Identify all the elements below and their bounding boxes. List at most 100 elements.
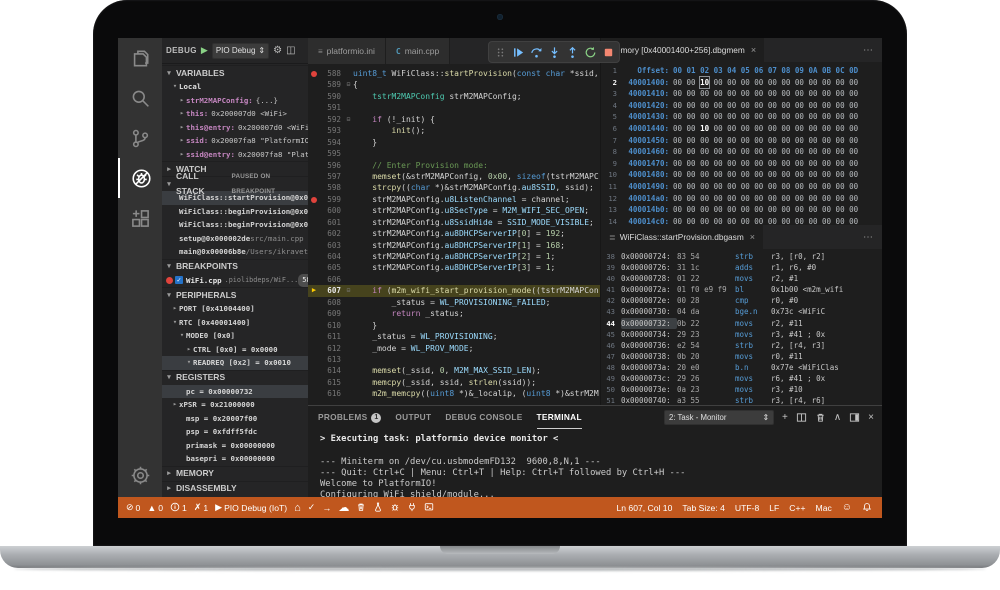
panel-tab-problems[interactable]: PROBLEMS1 — [318, 406, 381, 429]
asm-row[interactable]: 510x00000740:a3 55strbr3, [r4, r6] — [601, 395, 882, 405]
code-line[interactable]: 612 _mode = WL_PROV_MODE; — [308, 343, 600, 354]
status-terminal[interactable] — [424, 502, 434, 514]
hex-row[interactable]: 1Offset:00 01 02 03 04 05 06 07 08 09 0A… — [601, 65, 882, 77]
status-ln-607-col-10[interactable]: Ln 607, Col 10 — [616, 503, 672, 513]
section-header-call-stack[interactable]: ▾CALL STACKPAUSED ON BREAKPOINT — [162, 176, 308, 191]
code-line[interactable]: 589⊟{ — [308, 79, 600, 90]
panel-tab-output[interactable]: OUTPUT — [395, 406, 431, 429]
terminal-selector[interactable]: 2: Task - Monitor ⇕ — [664, 410, 774, 425]
peripheral-row[interactable]: ▸PORT [0x41004400] — [162, 302, 308, 316]
status-smiley[interactable]: ☺ — [842, 502, 852, 513]
status-bug[interactable] — [390, 502, 400, 514]
code-line[interactable]: 606 — [308, 274, 600, 285]
code-line[interactable]: 593 init(); — [308, 125, 600, 136]
variable-row[interactable]: ▸ssid:0x20007fa8 "PlatformIO-31..." — [162, 134, 308, 148]
code-line[interactable]: 591 — [308, 102, 600, 113]
step-into-icon[interactable] — [545, 42, 563, 62]
stack-frame[interactable]: main@0x00006b8e /Users/ikravets... — [162, 245, 308, 259]
code-line[interactable]: 596 // Enter Provision mode: — [308, 160, 600, 171]
code-line[interactable]: 600 strM2MAPConfig.u8SecType = M2M_WIFI_… — [308, 205, 600, 216]
code-line[interactable]: 615 memcpy(_ssid, ssid, strlen(ssid)); — [308, 377, 600, 388]
panel-tab-debug-console[interactable]: DEBUG CONSOLE — [445, 406, 522, 429]
code-line[interactable]: 597 memset(&strM2MAPConfig, 0x00, sizeof… — [308, 171, 600, 182]
status-utf-8[interactable]: UTF-8 — [735, 503, 759, 513]
code-line[interactable]: 599 strM2MAPConfig.u8ListenChannel = cha… — [308, 194, 600, 205]
status-c-[interactable]: C++ — [789, 503, 805, 513]
variable-row[interactable]: ▸ssid@entry:0x20007fa8 "Platfo..." — [162, 148, 308, 162]
status-play[interactable]: ▶PIO Debug (IoT) — [215, 502, 287, 513]
asm-row[interactable]: 430x00000730:04 dabge.n0x73c <WiFiC — [601, 306, 882, 317]
peripheral-row[interactable]: ▾RTC [0x40001400] — [162, 316, 308, 330]
activity-search-icon[interactable] — [118, 78, 162, 118]
code-line[interactable]: 601 strM2MAPConfig.u8SsidHide = SSID_MOD… — [308, 217, 600, 228]
hex-row[interactable]: 340001410:00 00 00 00 00 00 00 00 00 00 … — [601, 88, 882, 100]
status-lf[interactable]: LF — [769, 503, 779, 513]
code-line[interactable]: 616 m2m_memcpy((uint8 *)&_localip, (uint… — [308, 388, 600, 399]
stack-frame[interactable]: WiFiClass::startProvision@0x000007 — [162, 191, 308, 205]
variable-row[interactable]: ▸this:0x200007d0 <WiFi> — [162, 107, 308, 121]
terminal-output[interactable]: > Executing task: platformio device moni… — [320, 434, 878, 497]
section-header-memory[interactable]: ▸MEMORY — [162, 466, 308, 481]
code-line[interactable]: 610 } — [308, 320, 600, 331]
code-line[interactable]: 590 tstrM2MAPConfig strM2MAPConfig; — [308, 91, 600, 102]
status-check[interactable]: ✓ — [308, 502, 316, 513]
status-warning[interactable]: ▲0 — [147, 503, 163, 513]
peripheral-row[interactable]: ▾MODE0 [0x0] — [162, 329, 308, 343]
hex-row[interactable]: 1040001480:00 00 00 00 00 00 00 00 00 00… — [601, 169, 882, 181]
hex-row[interactable]: 540001430:00 00 00 00 00 00 00 00 00 00 … — [601, 111, 882, 123]
asm-row[interactable]: 480x0000073a:20 e0b.n0x77e <WiFiClas — [601, 362, 882, 373]
asm-row[interactable]: 490x0000073c:29 26movsr6, #41 ; 0x — [601, 373, 882, 384]
variable-row[interactable]: ▸this@entry:0x200007d0 <WiFi> — [162, 121, 308, 135]
hex-row[interactable]: 840001460:00 00 00 00 00 00 00 00 00 00 … — [601, 146, 882, 158]
code-line[interactable]: 613 — [308, 354, 600, 365]
asm-row[interactable]: 400x00000728:01 22movsr2, #1 — [601, 273, 882, 284]
panel-tab-terminal[interactable]: TERMINAL — [537, 406, 582, 429]
hex-row[interactable]: 1140001490:00 00 00 00 00 00 00 00 00 00… — [601, 181, 882, 193]
breakpoint-dot-icon[interactable] — [308, 194, 320, 205]
stack-frame[interactable]: WiFiClass::beginProvision@0x000008 — [162, 218, 308, 232]
register-row[interactable]: psp = 0xfdff5fdc — [162, 425, 308, 439]
asm-row[interactable]: 450x00000734:29 23movsr3, #41 ; 0x — [601, 329, 882, 340]
status-info[interactable]: 1 — [170, 502, 187, 514]
status-bell[interactable] — [862, 502, 872, 514]
status-flask[interactable] — [373, 502, 383, 514]
activity-debug-icon[interactable] — [118, 158, 162, 198]
activity-extensions-icon[interactable] — [118, 198, 162, 238]
code-line[interactable]: 611 _status = WL_PROVISIONING; — [308, 331, 600, 342]
status-arrow-right[interactable]: → — [322, 503, 331, 513]
status-circle-slash[interactable]: ⊘0 — [126, 502, 140, 513]
status-home[interactable]: ⌂ — [294, 502, 301, 514]
code-line[interactable]: 609 return _status; — [308, 308, 600, 319]
code-line[interactable]: 595 — [308, 148, 600, 159]
section-header-variables[interactable]: ▾VARIABLES — [162, 65, 308, 80]
new-terminal-icon[interactable]: + — [782, 412, 788, 423]
code-line[interactable]: 598 strcpy((char *)&strM2MAPConfig.au8SS… — [308, 182, 600, 193]
variable-row[interactable]: ▾Local — [162, 80, 308, 94]
status-trash[interactable] — [356, 502, 366, 514]
continue-icon[interactable] — [509, 42, 527, 62]
register-row[interactable]: ▸xPSR = 0x21000000 — [162, 398, 308, 412]
close-icon[interactable]: × — [750, 232, 755, 242]
hex-row[interactable]: 740001450:00 00 00 00 00 00 00 00 00 00 … — [601, 135, 882, 147]
breakpoint-checkbox[interactable]: ✓ — [175, 276, 183, 284]
hex-row[interactable]: 440001420:00 00 00 00 00 00 00 00 00 00 … — [601, 100, 882, 112]
code-line[interactable]: 592⊟ if (!_init) { — [308, 114, 600, 125]
register-row[interactable]: primask = 0x00000000 — [162, 439, 308, 453]
kill-terminal-icon[interactable] — [815, 412, 826, 423]
more-actions-icon[interactable]: ⋯ — [863, 232, 874, 243]
hex-row[interactable]: 940001470:00 00 00 00 00 00 00 00 00 00 … — [601, 158, 882, 170]
asm-row[interactable]: 500x0000073e:0a 23movsr3, #10 — [601, 384, 882, 395]
section-header-registers[interactable]: ▾REGISTERS — [162, 370, 308, 385]
asm-row[interactable]: 390x00000726:31 1caddsr1, r6, #0 — [601, 262, 882, 273]
split-terminal-icon[interactable] — [796, 412, 807, 423]
section-header-disassembly[interactable]: ▸DISASSEMBLY — [162, 481, 308, 496]
asm-row[interactable]: 420x0000072e:00 28cmpr0, #0 — [601, 295, 882, 306]
tab-platformio-ini[interactable]: ≡platformio.ini — [308, 38, 386, 64]
breakpoint-row[interactable]: ✓WiFi.cpp.piolibdeps/WiF...588 — [162, 274, 308, 288]
maximize-panel-icon[interactable]: ∧ — [834, 412, 841, 423]
asm-row[interactable]: 460x00000736:e2 54strbr2, [r4, r3] — [601, 340, 882, 351]
close-panel-icon[interactable]: × — [868, 412, 874, 423]
debug-settings-gear-icon[interactable]: ⚙ — [273, 45, 282, 56]
tab-main-cpp[interactable]: Cmain.cpp — [386, 38, 450, 64]
code-line[interactable]: 608 _status = WL_PROVISIONING_FAILED; — [308, 297, 600, 308]
